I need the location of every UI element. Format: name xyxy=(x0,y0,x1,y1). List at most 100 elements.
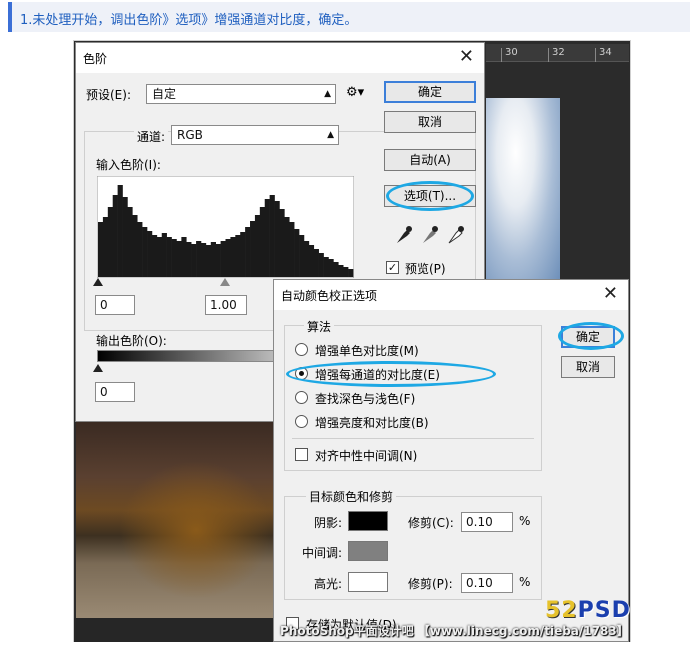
histogram-bar xyxy=(186,242,192,277)
highlight-oval xyxy=(386,181,474,211)
histogram-bar xyxy=(151,235,158,277)
shadows-label: 阴影: xyxy=(314,516,343,530)
histogram-bar xyxy=(147,231,153,277)
histogram-bar xyxy=(102,217,109,277)
radio-monochromatic[interactable] xyxy=(295,343,308,356)
heading-text: 1.未处理开始，调出色阶》选项》增强通道对比度，确定。 xyxy=(20,13,358,28)
histogram-bar xyxy=(196,241,202,277)
clip-c-field[interactable]: 0.10 xyxy=(461,512,513,532)
output-black-field[interactable]: 0 xyxy=(95,382,135,402)
channel-label: 通道: xyxy=(134,128,169,145)
histogram-bar xyxy=(313,249,319,277)
histogram-bar xyxy=(220,241,226,277)
ruler-label: 34 xyxy=(599,47,612,58)
white-eyedropper-icon[interactable] xyxy=(448,226,464,244)
histogram-bar xyxy=(205,245,212,277)
input-black-slider[interactable] xyxy=(93,278,103,286)
histogram-bar xyxy=(98,222,104,277)
percent-label: % xyxy=(519,514,531,528)
histogram-bar xyxy=(191,244,197,277)
highlight-oval xyxy=(558,322,624,350)
histogram-bar xyxy=(245,227,251,277)
output-gradient-bar xyxy=(97,350,277,362)
histogram-bar xyxy=(264,199,270,277)
histogram-bar xyxy=(210,242,216,277)
algorithms-label: 算法 xyxy=(304,318,335,335)
watermark-text: PhotoShop平面设计吧 【www.linecg.com/tieba/178… xyxy=(280,624,629,638)
site-logo: 52PSD xyxy=(545,598,631,623)
preset-value: 自定 xyxy=(152,87,177,101)
auto-color-cancel-button[interactable]: 取消 xyxy=(561,356,615,378)
histogram-bar xyxy=(181,237,187,277)
histogram-bar xyxy=(338,265,344,277)
histogram-bar xyxy=(343,267,349,277)
black-eyedropper-icon[interactable] xyxy=(397,226,412,243)
auto-color-title: 自动颜色校正选项 xyxy=(281,289,378,303)
histogram-bar xyxy=(254,215,261,277)
snap-neutral-checkbox[interactable] xyxy=(295,448,308,461)
algorithm-label: 增强亮度和对比度(B) xyxy=(315,416,429,430)
levels-titlebar: 色阶 ✕ xyxy=(76,43,484,73)
logo-part2: PSD xyxy=(577,598,631,623)
histogram-bar xyxy=(142,227,148,277)
input-black-field[interactable]: 0 xyxy=(95,295,135,315)
histogram-bar xyxy=(215,244,221,277)
midtones-label: 中间调: xyxy=(302,546,343,560)
close-icon[interactable]: ✕ xyxy=(459,46,474,67)
midtones-color-swatch[interactable] xyxy=(348,541,388,561)
radio-brightness-contrast[interactable] xyxy=(295,415,308,428)
histogram-bar xyxy=(225,239,231,277)
histogram-bar xyxy=(328,259,334,277)
histogram-bar xyxy=(107,207,114,277)
snap-neutral-label: 对齐中性中间调(N) xyxy=(315,449,418,463)
histogram-bar xyxy=(166,237,172,277)
eyedroppers xyxy=(397,226,464,244)
gear-icon[interactable]: ⚙▾ xyxy=(346,85,364,100)
histogram xyxy=(97,176,354,278)
histogram-bar xyxy=(127,207,133,277)
histogram-bar xyxy=(269,195,275,277)
shadows-color-swatch[interactable] xyxy=(348,511,388,531)
clip-c-label: 修剪(C): xyxy=(408,516,454,530)
histogram-bar xyxy=(289,222,295,277)
histogram-bar xyxy=(299,235,305,277)
input-levels-label: 输入色阶(I): xyxy=(96,158,161,172)
radio-find-dark-light[interactable] xyxy=(295,391,308,404)
output-levels-label: 输出色阶(O): xyxy=(96,334,167,348)
preset-select[interactable]: 自定 ▲ xyxy=(146,84,336,104)
highlights-color-swatch[interactable] xyxy=(348,572,388,592)
algorithm-label: 增强单色对比度(M) xyxy=(315,344,419,358)
output-black-slider[interactable] xyxy=(93,364,103,372)
histogram-bar xyxy=(117,185,123,277)
landscape-photo-preview xyxy=(76,422,276,618)
divider xyxy=(292,438,534,439)
auto-button[interactable]: 自动(A) xyxy=(384,149,476,171)
histogram-bar xyxy=(156,237,163,277)
highlights-label: 高光: xyxy=(314,577,343,591)
histogram-bar xyxy=(274,201,280,277)
histogram-bar xyxy=(294,229,300,277)
target-label: 目标颜色和修剪 xyxy=(306,488,397,505)
close-icon[interactable]: ✕ xyxy=(603,283,618,304)
histogram-bar xyxy=(230,237,236,277)
gray-eyedropper-icon[interactable] xyxy=(423,226,438,243)
preview-checkbox[interactable]: ✓ xyxy=(386,261,399,274)
channel-select[interactable]: RGB ▲ xyxy=(171,125,339,145)
histogram-bar xyxy=(112,195,118,277)
ruler-label: 32 xyxy=(552,47,565,58)
histogram-bar xyxy=(137,222,143,277)
auto-color-titlebar: 自动颜色校正选项 ✕ xyxy=(274,280,628,310)
updown-arrow-icon: ▲ xyxy=(324,89,331,99)
input-gamma-field[interactable]: 1.00 xyxy=(205,295,247,315)
levels-ok-button[interactable]: 确定 xyxy=(384,81,476,103)
clip-p-field[interactable]: 0.10 xyxy=(461,573,513,593)
histogram-bar xyxy=(333,262,339,277)
input-gamma-slider[interactable] xyxy=(220,278,230,286)
levels-cancel-button[interactable]: 取消 xyxy=(384,111,476,133)
histogram-bar xyxy=(122,197,128,277)
histogram-bar xyxy=(176,241,182,277)
channel-value: RGB xyxy=(177,128,203,142)
histogram-bar xyxy=(318,253,324,277)
histogram-bar xyxy=(132,215,138,277)
histogram-bar xyxy=(235,235,241,277)
